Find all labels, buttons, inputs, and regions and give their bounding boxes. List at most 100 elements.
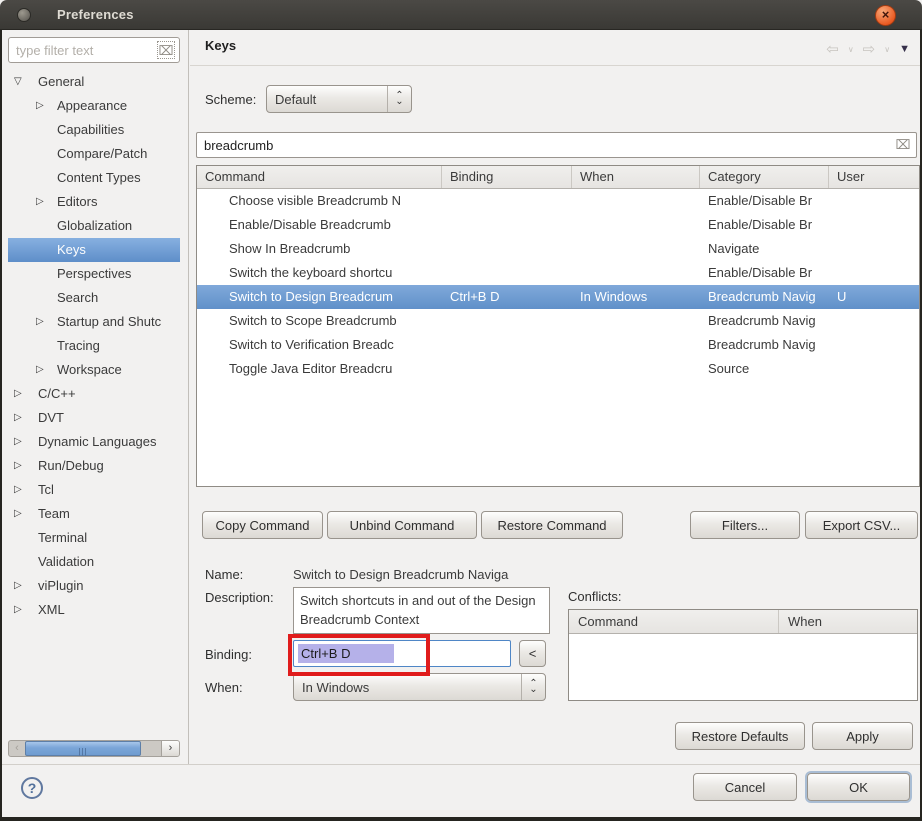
scheme-select[interactable]: Default ⌃⌄: [266, 85, 412, 113]
table-row[interactable]: Enable/Disable BreadcrumbEnable/Disable …: [197, 213, 919, 237]
sidebar-item-perspectives[interactable]: Perspectives: [8, 262, 180, 286]
tree-collapsed-icon[interactable]: ▷: [36, 310, 44, 334]
sidebar-item-tracing[interactable]: Tracing: [8, 334, 180, 358]
help-icon[interactable]: ?: [21, 777, 43, 799]
sidebar-item-viplugin[interactable]: ▷viPlugin: [8, 574, 180, 598]
sidebar-item-content-types[interactable]: Content Types: [8, 166, 180, 190]
conflicts-label: Conflicts:: [568, 589, 621, 604]
copy-command-button[interactable]: Copy Command: [202, 511, 323, 539]
sidebar-item-tcl[interactable]: ▷Tcl: [8, 478, 180, 502]
sidebar-item-label: Run/Debug: [8, 454, 180, 478]
sidebar-item-run-debug[interactable]: ▷Run/Debug: [8, 454, 180, 478]
sidebar-item-c-cpp[interactable]: ▷C/C++: [8, 382, 180, 406]
table-row[interactable]: Show In BreadcrumbNavigate: [197, 237, 919, 261]
filter-input[interactable]: [8, 37, 180, 63]
table-row-selected[interactable]: Switch to Design BreadcrumCtrl+B DIn Win…: [197, 285, 919, 309]
tree-collapsed-icon[interactable]: ▷: [14, 502, 22, 526]
window-border: [0, 817, 922, 821]
tree-collapsed-icon[interactable]: ▷: [36, 190, 44, 214]
clear-filter-icon[interactable]: ⌧: [157, 41, 175, 59]
command-search-input[interactable]: [196, 132, 917, 158]
header-divider: [190, 65, 920, 66]
name-value: Switch to Design Breadcrumb Naviga: [293, 567, 549, 582]
tree-collapsed-icon[interactable]: ▷: [14, 382, 22, 406]
cell-when: [572, 213, 700, 237]
column-header-command[interactable]: Command: [197, 166, 442, 188]
table-row[interactable]: Switch to Scope BreadcrumbBreadcrumb Nav…: [197, 309, 919, 333]
sidebar-item-editors[interactable]: ▷Editors: [8, 190, 180, 214]
sidebar-item-globalization[interactable]: Globalization: [8, 214, 180, 238]
sidebar-item-terminal[interactable]: Terminal: [8, 526, 180, 550]
ok-button[interactable]: OK: [807, 773, 910, 801]
sidebar-item-appearance[interactable]: ▷Appearance: [8, 94, 180, 118]
column-header-user[interactable]: User: [829, 166, 919, 188]
sidebar-item-label: Team: [8, 502, 180, 526]
unbind-command-button[interactable]: Unbind Command: [327, 511, 477, 539]
sidebar-item-capabilities[interactable]: Capabilities: [8, 118, 180, 142]
tree-collapsed-icon[interactable]: ▷: [14, 430, 22, 454]
back-menu-chevron-icon[interactable]: ∨: [848, 45, 854, 54]
tree-collapsed-icon[interactable]: ▷: [14, 406, 22, 430]
scrollbar-track[interactable]: [141, 741, 161, 756]
capture-key-button[interactable]: <: [519, 640, 546, 667]
forward-menu-chevron-icon[interactable]: ∨: [884, 45, 890, 54]
cell-command: Switch to Scope Breadcrumb: [197, 309, 442, 333]
when-select[interactable]: In Windows ⌃⌄: [293, 673, 546, 701]
window-menu-icon[interactable]: [17, 8, 31, 22]
filters-button[interactable]: Filters...: [690, 511, 800, 539]
binding-input[interactable]: Ctrl+B D: [293, 640, 511, 667]
sidebar-item-label: Tcl: [8, 478, 180, 502]
table-row[interactable]: Switch to Verification BreadcBreadcrumb …: [197, 333, 919, 357]
tree-expanded-icon[interactable]: ▽: [14, 70, 22, 94]
cell-user: [829, 189, 919, 213]
sidebar-item-workspace[interactable]: ▷Workspace: [8, 358, 180, 382]
page-title: Keys: [205, 38, 236, 53]
conflicts-column-command[interactable]: Command: [569, 610, 779, 633]
apply-button[interactable]: Apply: [812, 722, 913, 750]
sidebar-item-xml[interactable]: ▷XML: [8, 598, 180, 622]
column-header-when[interactable]: When: [572, 166, 700, 188]
cell-binding: [442, 213, 572, 237]
tree-collapsed-icon[interactable]: ▷: [36, 94, 44, 118]
sidebar-item-team[interactable]: ▷Team: [8, 502, 180, 526]
view-menu-icon[interactable]: ▼: [899, 43, 910, 55]
sidebar-item-label: Dynamic Languages: [8, 430, 180, 454]
restore-command-button[interactable]: Restore Command: [481, 511, 623, 539]
forward-icon[interactable]: ⇨: [863, 40, 876, 58]
column-header-binding[interactable]: Binding: [442, 166, 572, 188]
table-row[interactable]: Switch the keyboard shortcuEnable/Disabl…: [197, 261, 919, 285]
scroll-right-icon[interactable]: ›: [161, 741, 179, 756]
scrollbar-thumb[interactable]: |||: [25, 741, 141, 756]
cancel-button[interactable]: Cancel: [693, 773, 797, 801]
tree-horizontal-scrollbar[interactable]: ‹ ||| ›: [8, 740, 180, 757]
sidebar-item-dynamic-languages[interactable]: ▷Dynamic Languages: [8, 430, 180, 454]
sidebar-item-validation[interactable]: Validation: [8, 550, 180, 574]
conflicts-column-when[interactable]: When: [779, 610, 822, 633]
back-icon[interactable]: ⇦: [826, 40, 839, 58]
sidebar-item-keys[interactable]: Keys: [8, 238, 180, 262]
tree-collapsed-icon[interactable]: ▷: [14, 478, 22, 502]
sidebar-item-label: Keys: [8, 238, 180, 262]
close-button[interactable]: ×: [875, 5, 896, 26]
sidebar-item-compare-patch[interactable]: Compare/Patch: [8, 142, 180, 166]
tree-collapsed-icon[interactable]: ▷: [14, 454, 22, 478]
cell-when: [572, 357, 700, 381]
sidebar-item-label: Workspace: [8, 358, 180, 382]
titlebar[interactable]: Preferences ×: [0, 0, 922, 30]
table-row[interactable]: Choose visible Breadcrumb NEnable/Disabl…: [197, 189, 919, 213]
clear-search-icon[interactable]: ⌧: [894, 136, 912, 154]
sidebar-item-dvt[interactable]: ▷DVT: [8, 406, 180, 430]
sidebar-item-startup-and-shutdown[interactable]: ▷Startup and Shutc: [8, 310, 180, 334]
restore-defaults-button[interactable]: Restore Defaults: [675, 722, 805, 750]
tree-collapsed-icon[interactable]: ▷: [36, 358, 44, 382]
tree-collapsed-icon[interactable]: ▷: [14, 574, 22, 598]
tree-collapsed-icon[interactable]: ▷: [14, 598, 22, 622]
scrollbar-grip-icon: |||: [78, 747, 87, 756]
sidebar-item-search[interactable]: Search: [8, 286, 180, 310]
sidebar-item-general[interactable]: ▽General: [8, 70, 180, 94]
description-label: Description:: [205, 590, 274, 605]
table-row[interactable]: Toggle Java Editor BreadcruSource: [197, 357, 919, 381]
scroll-left-icon[interactable]: ‹: [9, 741, 25, 756]
column-header-category[interactable]: Category: [700, 166, 829, 188]
export-csv-button[interactable]: Export CSV...: [805, 511, 918, 539]
